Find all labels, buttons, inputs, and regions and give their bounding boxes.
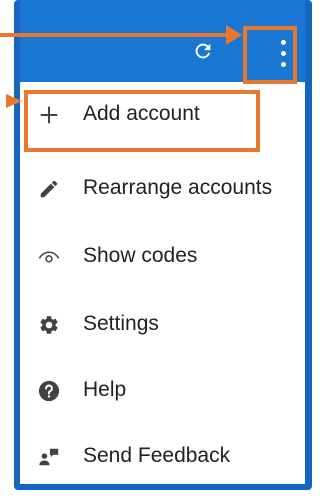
- menu-item-label: Help: [83, 378, 127, 401]
- menu-item-show-codes[interactable]: Show codes: [20, 224, 305, 288]
- menu-item-rearrange-accounts[interactable]: Rearrange accounts: [20, 156, 305, 220]
- menu-item-help[interactable]: Help: [20, 358, 305, 422]
- menu-item-send-feedback[interactable]: Send Feedback: [20, 424, 305, 488]
- help-icon: [38, 380, 60, 402]
- arrow-head: [6, 94, 22, 108]
- eye-icon: [38, 251, 60, 263]
- arrow-head: [226, 25, 242, 45]
- menu-item-settings[interactable]: Settings: [20, 292, 305, 356]
- overflow-button-highlight: [243, 26, 297, 84]
- menu-item-label: Rearrange accounts: [83, 176, 273, 199]
- pencil-icon: [40, 180, 58, 198]
- refresh-icon[interactable]: [192, 40, 214, 62]
- menu-item-label: Settings: [83, 312, 159, 335]
- arrow-line: [0, 33, 228, 37]
- feedback-icon: [39, 448, 59, 466]
- add-account-highlight: [24, 90, 260, 152]
- menu-item-label: Send Feedback: [83, 444, 231, 467]
- menu-item-label: Show codes: [83, 244, 198, 267]
- gear-icon: [40, 316, 58, 334]
